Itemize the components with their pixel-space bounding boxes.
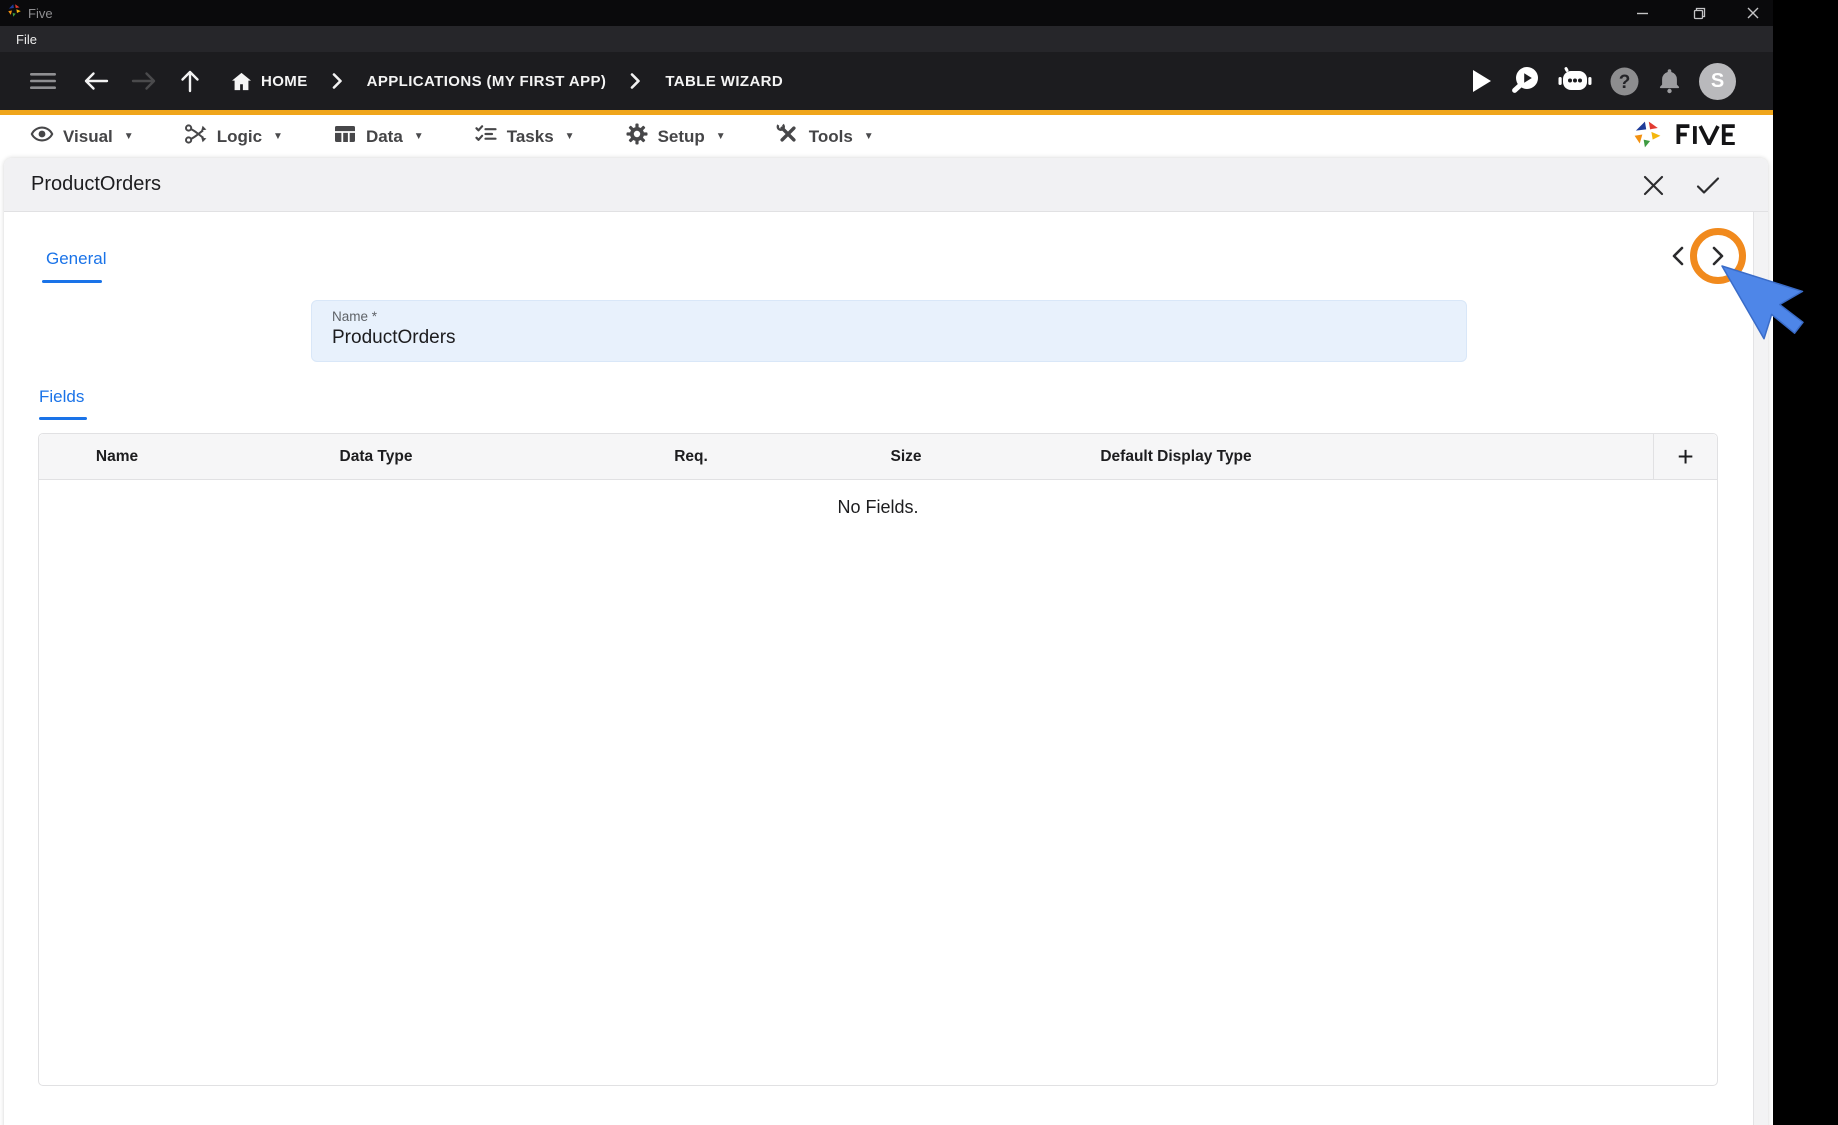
menu-tasks[interactable]: Tasks ▼ bbox=[474, 122, 575, 151]
menu-tools-label: Tools bbox=[808, 126, 853, 146]
main-toolbar: HOME APPLICATIONS (MY FIRST APP) TABLE W… bbox=[0, 52, 1773, 110]
five-logo-icon bbox=[1632, 119, 1663, 155]
run-icon[interactable] bbox=[1469, 61, 1493, 101]
breadcrumb-table-wizard[interactable]: TABLE WIZARD bbox=[665, 73, 783, 90]
notifications-bell-icon[interactable] bbox=[1656, 61, 1683, 101]
menu-setup[interactable]: Setup ▼ bbox=[625, 122, 726, 151]
back-button[interactable] bbox=[83, 61, 109, 101]
close-window-button[interactable] bbox=[1740, 1, 1766, 25]
help-icon[interactable]: ? bbox=[1609, 61, 1640, 101]
column-header-data-type: Data Type bbox=[339, 447, 413, 465]
home-icon[interactable] bbox=[231, 61, 252, 101]
cancel-button[interactable] bbox=[1637, 169, 1669, 201]
breadcrumb-applications[interactable]: APPLICATIONS (MY FIRST APP) bbox=[367, 73, 607, 90]
form-header: ProductOrders bbox=[4, 158, 1768, 212]
menu-logic[interactable]: Logic ▼ bbox=[184, 122, 283, 151]
fields-table: Name Data Type Req. Size Default Display… bbox=[38, 433, 1718, 1086]
tools-icon bbox=[776, 122, 800, 151]
checklist-icon bbox=[474, 122, 498, 151]
menu-data[interactable]: Data ▼ bbox=[333, 122, 424, 151]
caret-down-icon: ▼ bbox=[123, 131, 134, 142]
gear-icon bbox=[625, 122, 649, 151]
minimize-button[interactable] bbox=[1629, 1, 1655, 25]
restore-button[interactable] bbox=[1686, 1, 1712, 25]
ribbon-menu: Visual ▼ Logic ▼ Data ▼ Tasks ▼ Setup ▼ … bbox=[0, 115, 1773, 158]
toolbar-right-icons: ? S bbox=[1469, 52, 1736, 110]
menu-visual-label: Visual bbox=[63, 126, 113, 146]
app-window: Five File HOME APPLICATIONS (MY FIRST AP… bbox=[0, 0, 1773, 1125]
column-header-spacer bbox=[1365, 434, 1653, 479]
five-wordmark bbox=[1671, 123, 1745, 150]
user-avatar[interactable]: S bbox=[1699, 62, 1736, 100]
tab-fields[interactable]: Fields bbox=[39, 387, 84, 407]
form-body: General Name * ProductOrders Fields Name… bbox=[4, 212, 1768, 1125]
eye-icon bbox=[30, 122, 54, 151]
five-brand-logo bbox=[1632, 115, 1745, 158]
next-record-button[interactable] bbox=[1704, 242, 1732, 270]
column-header-name: Name bbox=[95, 447, 139, 465]
menu-logic-label: Logic bbox=[216, 126, 263, 146]
vertical-scrollbar[interactable] bbox=[1753, 212, 1768, 1125]
table-icon bbox=[333, 122, 357, 151]
up-button[interactable] bbox=[179, 61, 201, 101]
chatbot-icon[interactable] bbox=[1557, 61, 1593, 101]
menu-tools[interactable]: Tools ▼ bbox=[776, 122, 874, 151]
flow-icon bbox=[184, 122, 208, 151]
tab-general[interactable]: General bbox=[46, 249, 106, 269]
title-bar: Five bbox=[0, 0, 1773, 26]
caret-down-icon: ▼ bbox=[273, 131, 283, 142]
window-title: Five bbox=[28, 5, 53, 21]
menu-data-label: Data bbox=[365, 126, 403, 146]
chevron-right-icon bbox=[630, 61, 641, 101]
record-form-card: ProductOrders General Name * ProductOrde… bbox=[4, 158, 1768, 1125]
chevron-right-icon bbox=[332, 61, 343, 101]
menu-tasks-label: Tasks bbox=[506, 126, 554, 146]
empty-table-message: No Fields. bbox=[837, 497, 919, 517]
name-field-label: Name * bbox=[332, 309, 378, 324]
prev-record-button[interactable] bbox=[1663, 242, 1691, 270]
menu-visual[interactable]: Visual ▼ bbox=[30, 122, 134, 151]
form-title: ProductOrders bbox=[31, 173, 162, 195]
caret-down-icon: ▼ bbox=[863, 131, 874, 142]
svg-text:?: ? bbox=[1619, 72, 1631, 93]
fields-table-header: Name Data Type Req. Size Default Display… bbox=[39, 434, 1717, 480]
save-button[interactable] bbox=[1692, 169, 1724, 201]
caret-down-icon: ▼ bbox=[715, 131, 726, 142]
hamburger-menu-icon[interactable] bbox=[30, 61, 56, 101]
table-name-input[interactable]: Name * ProductOrders bbox=[311, 300, 1467, 362]
column-header-default-display-type: Default Display Type bbox=[1100, 447, 1252, 465]
search-preview-icon[interactable] bbox=[1509, 61, 1541, 101]
menu-setup-label: Setup bbox=[657, 126, 705, 146]
add-field-button[interactable]: + bbox=[1653, 434, 1717, 479]
caret-down-icon: ▼ bbox=[564, 131, 575, 142]
caret-down-icon: ▼ bbox=[413, 131, 424, 142]
tab-general-underline bbox=[42, 280, 102, 283]
name-field-value: ProductOrders bbox=[332, 327, 456, 348]
column-header-size: Size bbox=[890, 447, 922, 465]
menu-bar: File bbox=[0, 26, 1773, 52]
five-logo-icon bbox=[7, 3, 22, 23]
tab-fields-underline bbox=[39, 417, 87, 420]
forward-button[interactable] bbox=[131, 61, 157, 101]
column-header-req: Req. bbox=[674, 447, 708, 465]
breadcrumb-home[interactable]: HOME bbox=[261, 73, 308, 90]
file-menu[interactable]: File bbox=[10, 30, 43, 49]
